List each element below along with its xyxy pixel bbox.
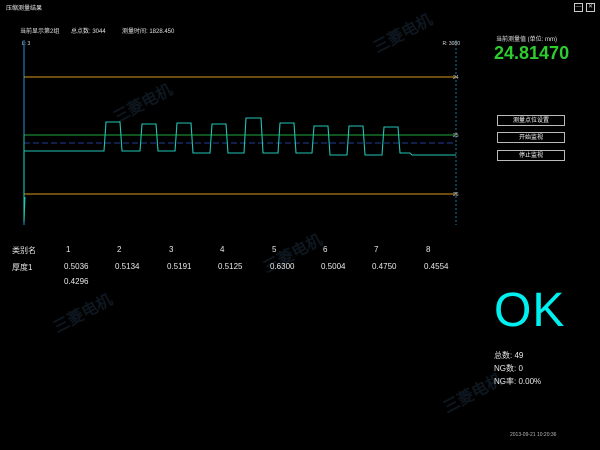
minimize-button[interactable]: — [574, 3, 583, 12]
table-cell-value: 0.5191 [167, 262, 192, 271]
table-row-header: 类别名 [12, 246, 36, 255]
plot-corner-left: L: 3 [22, 41, 31, 47]
table-row-header: 厚度1 [12, 263, 33, 272]
signal-spike [23, 135, 26, 223]
measure-point-settings-button[interactable]: 测量点位设置 [497, 115, 565, 126]
window-title: 压缩测量结果 [6, 6, 43, 12]
watermark-text: 三菱电机 [440, 371, 506, 417]
table-cell-value: 0.4296 [64, 277, 89, 286]
stop-monitor-button[interactable]: 停止监视 [497, 150, 565, 161]
measurement-plot: L: 3 R: 3080 24 25 26 24 25 26 [22, 40, 460, 225]
measure-time-label: 测量时间: 1828.450 [122, 29, 175, 35]
ng-count: NG数: 0 [494, 364, 523, 373]
table-cell-value: 0.5004 [321, 262, 346, 271]
table-column-header: 5 [272, 245, 277, 254]
table-column-header: 7 [374, 245, 379, 254]
total-count: 总数: 49 [494, 351, 524, 360]
table-cell-value: 0.5134 [115, 262, 140, 271]
table-cell-value: 0.4750 [372, 262, 397, 271]
watermark-text: 三菱电机 [50, 291, 116, 337]
table-column-header: 6 [323, 245, 328, 254]
y-tick-label-right: 26 [453, 192, 459, 198]
ng-rate: NG率: 0.00% [494, 377, 542, 386]
close-button[interactable]: ✕ [586, 3, 595, 12]
table-cell-value: 0.5125 [218, 262, 243, 271]
plot-corner-right: R: 3080 [442, 41, 460, 47]
total-points-label: 总点数: 3044 [71, 29, 106, 35]
table-column-header: 4 [220, 245, 225, 254]
datetime-label: 2013-09-21 10:20:36 [510, 432, 557, 438]
table-cell-value: 0.4554 [424, 262, 449, 271]
table-column-header: 2 [117, 245, 122, 254]
current-measure-value: 24.81470 [494, 43, 570, 63]
measurement-signal [23, 117, 456, 222]
y-tick-label-right: 25 [453, 133, 459, 139]
current-group-label: 当前显示第2组 [20, 29, 60, 35]
y-tick-label-right: 24 [453, 75, 459, 81]
table-column-header: 1 [66, 245, 71, 254]
table-cell-value: 0.6300 [270, 262, 295, 271]
result-status: OK [494, 284, 566, 337]
table-column-header: 3 [169, 245, 174, 254]
start-monitor-button[interactable]: 开始监视 [497, 132, 565, 143]
table-column-header: 8 [426, 245, 431, 254]
table-cell-value: 0.5036 [64, 262, 89, 271]
current-measure-label: 当前测量值 (单位: mm) [496, 37, 557, 43]
